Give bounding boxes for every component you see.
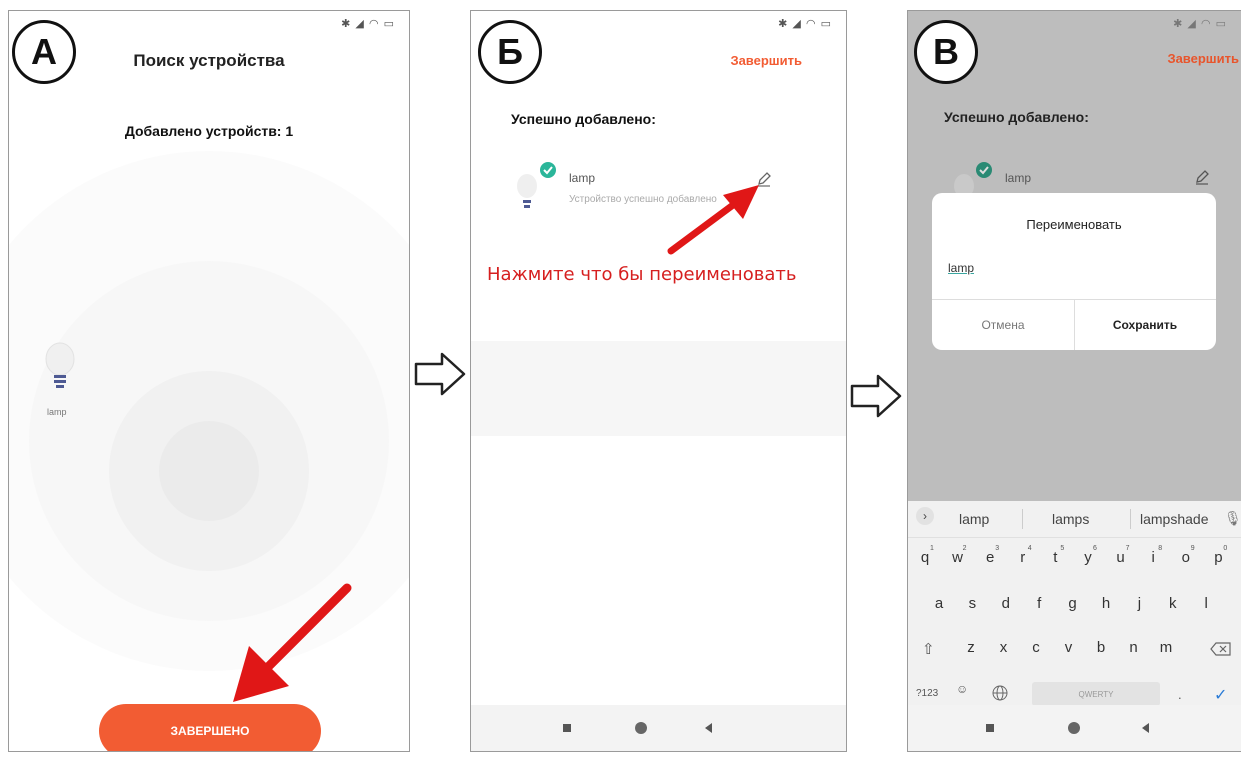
- key-t[interactable]: t: [1040, 549, 1070, 566]
- panel-success: ✱ ◢ ◠ ▭ Завершить Успешно добавлено: lam…: [470, 10, 847, 752]
- key-j[interactable]: j: [1124, 595, 1154, 612]
- step-label-a: А: [12, 20, 76, 84]
- finish-link[interactable]: Завершить: [730, 53, 802, 68]
- back-icon[interactable]: [705, 723, 712, 733]
- home-icon[interactable]: [1068, 722, 1080, 734]
- key-digit-hint: 3: [995, 545, 1000, 552]
- key-digit-hint: 4: [1027, 545, 1032, 552]
- step-label-b: Б: [478, 20, 542, 84]
- step-label-c: В: [914, 20, 978, 84]
- finish-link[interactable]: Завершить: [1167, 51, 1239, 66]
- key-digit-hint: 2: [962, 545, 967, 552]
- status-bar-icons: ✱ ◢ ◠ ▭: [778, 18, 832, 30]
- success-heading: Успешно добавлено:: [511, 111, 656, 127]
- key-digit-hint: 7: [1125, 545, 1130, 552]
- success-heading: Успешно добавлено:: [944, 109, 1089, 125]
- globe-icon[interactable]: [992, 685, 1008, 701]
- key-v[interactable]: v: [1054, 639, 1084, 656]
- key-q[interactable]: q: [910, 549, 940, 566]
- added-count: Добавлено устройств: 1: [124, 123, 294, 139]
- key-s[interactable]: s: [957, 595, 987, 612]
- key-e[interactable]: e: [975, 549, 1005, 566]
- key-digit-hint: 6: [1093, 545, 1097, 552]
- bulb-icon: [45, 342, 75, 388]
- radar-center: [159, 421, 259, 521]
- suggestion-bar: › lamp lamps lampshade 🎙: [908, 501, 1241, 538]
- key-x[interactable]: x: [989, 639, 1019, 656]
- key-m[interactable]: m: [1151, 639, 1181, 656]
- device-name: lamp: [1005, 171, 1032, 185]
- pencil-icon[interactable]: [1194, 169, 1210, 185]
- symbols-key[interactable]: ?123: [916, 688, 938, 699]
- enter-check-icon[interactable]: ✓: [1214, 685, 1227, 705]
- key-a[interactable]: a: [924, 595, 954, 612]
- right-arrow-icon: [414, 352, 466, 396]
- found-device[interactable]: [43, 341, 77, 406]
- save-button[interactable]: Сохранить: [1074, 318, 1216, 332]
- key-r[interactable]: r: [1008, 549, 1038, 566]
- key-p[interactable]: p: [1203, 549, 1233, 566]
- key-f[interactable]: f: [1024, 595, 1054, 612]
- period-key[interactable]: .: [1178, 687, 1182, 702]
- name-input[interactable]: lamp: [948, 261, 974, 275]
- recents-icon[interactable]: [563, 724, 571, 732]
- suggestion[interactable]: lampshade: [1140, 511, 1209, 527]
- shift-key[interactable]: ⇧: [922, 640, 935, 658]
- home-icon[interactable]: [635, 722, 647, 734]
- recents-icon[interactable]: [986, 724, 994, 732]
- cancel-button[interactable]: Отмена: [932, 318, 1074, 332]
- red-arrow-icon: [233, 583, 352, 702]
- divider: [1022, 509, 1023, 529]
- bulb-icon: [517, 174, 537, 208]
- right-arrow-icon: [850, 374, 902, 418]
- key-l[interactable]: l: [1191, 595, 1221, 612]
- panel-rename: ✱ ◢ ◠ ▭ Завершить Успешно добавлено: lam…: [907, 10, 1241, 752]
- key-digit-hint: 5: [1060, 545, 1065, 552]
- key-u[interactable]: u: [1106, 549, 1136, 566]
- rename-hint: Нажмите что бы переименовать: [487, 264, 797, 285]
- key-w[interactable]: w: [943, 549, 973, 566]
- key-d[interactable]: d: [991, 595, 1021, 612]
- done-button[interactable]: ЗАВЕРШЕНО: [99, 704, 321, 751]
- status-bar-icons: ✱ ◢ ◠ ▭: [341, 18, 395, 30]
- key-o[interactable]: o: [1171, 549, 1201, 566]
- background-band: [471, 341, 846, 436]
- key-y[interactable]: y: [1073, 549, 1103, 566]
- back-icon[interactable]: [1142, 723, 1149, 733]
- status-bar-icons: ✱ ◢ ◠ ▭: [1173, 18, 1227, 30]
- dialog-title: Переименовать: [1026, 217, 1122, 232]
- key-n[interactable]: n: [1119, 639, 1149, 656]
- nav-bar: [908, 705, 1241, 751]
- red-arrow-icon: [667, 185, 759, 255]
- key-c[interactable]: c: [1021, 639, 1051, 656]
- rename-dialog: Переименовать lamp Отмена Сохранить: [932, 193, 1216, 350]
- panel-device-search: ✱ ◢ ◠ ▭ Поиск устройства Добавлено устро…: [8, 10, 410, 752]
- check-badge-icon: [976, 162, 992, 178]
- nav-bar: [471, 705, 846, 751]
- key-digit-hint: 1: [930, 545, 934, 552]
- check-badge-icon: [540, 162, 556, 178]
- key-digit-hint: 0: [1223, 545, 1228, 552]
- expand-icon[interactable]: ›: [916, 507, 934, 525]
- device-name: lamp: [569, 171, 596, 185]
- key-h[interactable]: h: [1091, 595, 1121, 612]
- key-g[interactable]: g: [1058, 595, 1088, 612]
- keyboard: › lamp lamps lampshade 🎙 q1w2e3r4t5y6u7i…: [908, 501, 1241, 710]
- divider: [1130, 509, 1131, 529]
- space-bar[interactable]: QWERTY: [1032, 682, 1160, 706]
- key-i[interactable]: i: [1138, 549, 1168, 566]
- device-label: lamp: [47, 407, 67, 417]
- key-k[interactable]: k: [1158, 595, 1188, 612]
- key-b[interactable]: b: [1086, 639, 1116, 656]
- key-z[interactable]: z: [956, 639, 986, 656]
- key-digit-hint: 8: [1158, 545, 1163, 552]
- mic-icon[interactable]: 🎙: [1224, 510, 1241, 527]
- suggestion[interactable]: lamp: [959, 511, 989, 527]
- suggestion[interactable]: lamps: [1052, 511, 1089, 527]
- key-digit-hint: 9: [1190, 545, 1195, 552]
- backspace-icon[interactable]: [1210, 642, 1232, 656]
